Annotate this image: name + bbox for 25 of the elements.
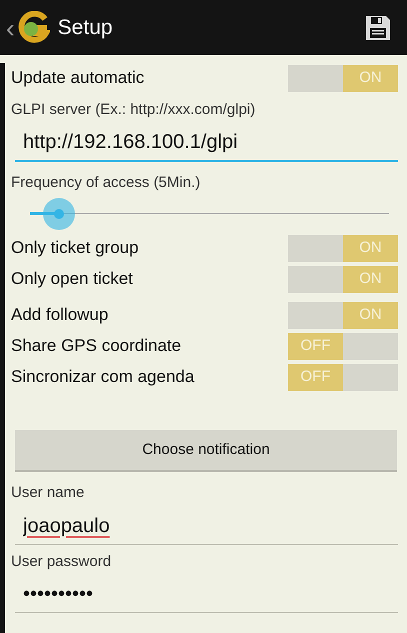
- setting-label: Add followup: [11, 304, 108, 326]
- save-icon[interactable]: [365, 14, 391, 40]
- screen-title: Setup: [58, 14, 113, 41]
- field-label: User password: [11, 552, 112, 572]
- setting-label: Sincronizar com agenda: [11, 366, 194, 388]
- setting-label: Only ticket group: [11, 237, 139, 260]
- setting-label: Only open ticket: [11, 268, 133, 290]
- field-label: GLPI server (Ex.: http://xxx.com/glpi): [11, 100, 256, 120]
- input-field[interactable]: http://192.168.100.1/glpi: [15, 126, 398, 162]
- toggle-switch[interactable]: ON: [288, 64, 398, 92]
- toggle-switch[interactable]: ON: [288, 266, 398, 292]
- choose-notification-button[interactable]: Choose notification: [15, 430, 397, 472]
- setting-label: Share GPS coordinate: [11, 335, 182, 358]
- setting-label: Update automatic: [11, 67, 144, 90]
- toggle-switch[interactable]: ON: [288, 302, 398, 328]
- slider-track[interactable]: [30, 198, 389, 230]
- back-caret[interactable]: ‹: [6, 14, 15, 40]
- input-field[interactable]: ••••••••••: [15, 577, 398, 613]
- toggle-switch[interactable]: OFF: [288, 332, 398, 360]
- slider-label: Frequency of access (5Min.): [11, 172, 202, 192]
- slider-thumb[interactable]: [42, 198, 75, 230]
- field-label: User name: [11, 483, 86, 503]
- toggle-switch[interactable]: OFF: [288, 364, 398, 390]
- app-logo-icon[interactable]: [16, 10, 50, 44]
- toggle-switch[interactable]: ON: [288, 234, 398, 262]
